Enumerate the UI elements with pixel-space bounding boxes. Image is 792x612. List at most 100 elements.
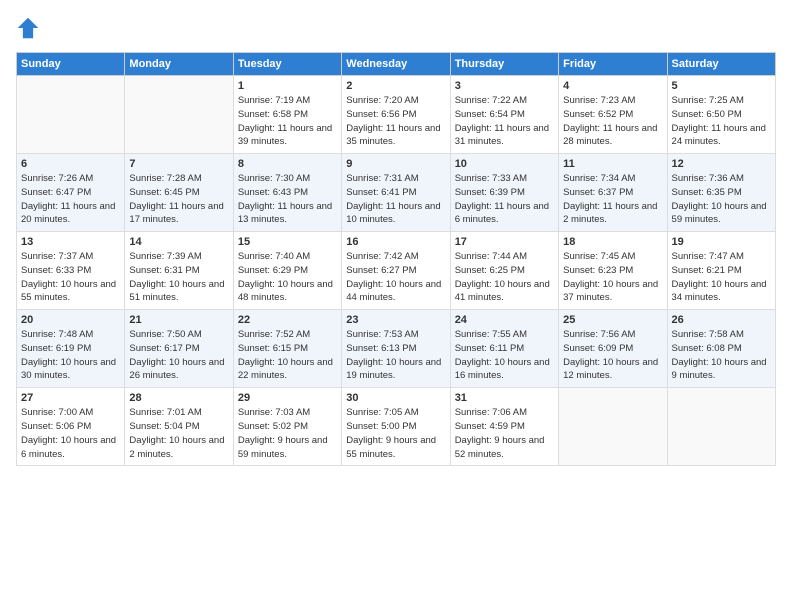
day-info: Sunrise: 7:22 AMSunset: 6:54 PMDaylight:… <box>455 94 554 149</box>
calendar-cell: 5Sunrise: 7:25 AMSunset: 6:50 PMDaylight… <box>667 76 775 154</box>
logo <box>16 16 44 40</box>
day-number: 17 <box>455 236 554 248</box>
day-number: 16 <box>346 236 445 248</box>
day-number: 30 <box>346 392 445 404</box>
day-number: 13 <box>21 236 120 248</box>
calendar-cell: 6Sunrise: 7:26 AMSunset: 6:47 PMDaylight… <box>17 154 125 232</box>
day-info: Sunrise: 7:20 AMSunset: 6:56 PMDaylight:… <box>346 94 445 149</box>
day-info: Sunrise: 7:33 AMSunset: 6:39 PMDaylight:… <box>455 172 554 227</box>
day-number: 24 <box>455 314 554 326</box>
day-info: Sunrise: 7:28 AMSunset: 6:45 PMDaylight:… <box>129 172 228 227</box>
calendar-cell <box>559 388 667 466</box>
calendar-cell: 11 Sunrise: 7:34 AMSunset: 6:37 PMDayligh… <box>559 154 667 232</box>
calendar-week-1: 1 Sunrise: 7:19 AMSunset: 6:58 PMDaylight… <box>17 76 776 154</box>
day-info: Sunrise: 7:05 AMSunset: 5:00 PMDaylight:… <box>346 406 445 461</box>
day-number: 27 <box>21 392 120 404</box>
calendar-cell: 31Sunrise: 7:06 AMSunset: 4:59 PMDayligh… <box>450 388 558 466</box>
calendar-cell: 30 Sunrise: 7:05 AMSunset: 5:00 PMDayligh… <box>342 388 450 466</box>
calendar-cell: 1 Sunrise: 7:19 AMSunset: 6:58 PMDaylight… <box>233 76 341 154</box>
day-number: 8 <box>238 158 337 170</box>
day-number: 2 <box>346 80 445 92</box>
day-info: Sunrise: 7:55 AMSunset: 6:11 PMDaylight:… <box>455 328 554 383</box>
day-number: 3 <box>455 80 554 92</box>
day-info: Sunrise: 7:42 AMSunset: 6:27 PMDaylight:… <box>346 250 445 305</box>
day-number: 19 <box>672 236 771 248</box>
day-info: Sunrise: 7:37 AMSunset: 6:33 PMDaylight:… <box>21 250 120 305</box>
day-number: 7 <box>129 158 228 170</box>
calendar-cell: 18 Sunrise: 7:45 AMSunset: 6:23 PMDayligh… <box>559 232 667 310</box>
calendar-cell: 2 Sunrise: 7:20 AMSunset: 6:56 PMDaylight… <box>342 76 450 154</box>
calendar-cell: 28 Sunrise: 7:01 AMSunset: 5:04 PMDayligh… <box>125 388 233 466</box>
calendar-cell: 4Sunrise: 7:23 AMSunset: 6:52 PMDaylight… <box>559 76 667 154</box>
day-info: Sunrise: 7:48 AMSunset: 6:19 PMDaylight:… <box>21 328 120 383</box>
calendar-cell: 29 Sunrise: 7:03 AMSunset: 5:02 PMDayligh… <box>233 388 341 466</box>
calendar-cell <box>667 388 775 466</box>
calendar-cell: 15 Sunrise: 7:40 AMSunset: 6:29 PMDayligh… <box>233 232 341 310</box>
day-number: 14 <box>129 236 228 248</box>
calendar-cell: 21Sunrise: 7:50 AMSunset: 6:17 PMDayligh… <box>125 310 233 388</box>
day-info: Sunrise: 7:01 AMSunset: 5:04 PMDaylight:… <box>129 406 228 461</box>
day-number: 29 <box>238 392 337 404</box>
day-number: 5 <box>672 80 771 92</box>
day-info: Sunrise: 7:40 AMSunset: 6:29 PMDaylight:… <box>238 250 337 305</box>
calendar-cell: 17 Sunrise: 7:44 AMSunset: 6:25 PMDayligh… <box>450 232 558 310</box>
day-info: Sunrise: 7:39 AMSunset: 6:31 PMDaylight:… <box>129 250 228 305</box>
day-number: 1 <box>238 80 337 92</box>
day-info: Sunrise: 7:50 AMSunset: 6:17 PMDaylight:… <box>129 328 228 383</box>
calendar-week-2: 6Sunrise: 7:26 AMSunset: 6:47 PMDaylight… <box>17 154 776 232</box>
day-number: 15 <box>238 236 337 248</box>
day-number: 23 <box>346 314 445 326</box>
day-number: 9 <box>346 158 445 170</box>
calendar-cell: 14 Sunrise: 7:39 AMSunset: 6:31 PMDayligh… <box>125 232 233 310</box>
weekday-header-row: SundayMondayTuesdayWednesdayThursdayFrid… <box>17 53 776 76</box>
day-number: 12 <box>672 158 771 170</box>
day-info: Sunrise: 7:44 AMSunset: 6:25 PMDaylight:… <box>455 250 554 305</box>
calendar-cell: 20Sunrise: 7:48 AMSunset: 6:19 PMDayligh… <box>17 310 125 388</box>
day-number: 25 <box>563 314 662 326</box>
weekday-header-tuesday: Tuesday <box>233 53 341 76</box>
calendar-cell: 16 Sunrise: 7:42 AMSunset: 6:27 PMDayligh… <box>342 232 450 310</box>
calendar-week-3: 13 Sunrise: 7:37 AMSunset: 6:33 PMDayligh… <box>17 232 776 310</box>
calendar-header: SundayMondayTuesdayWednesdayThursdayFrid… <box>17 53 776 76</box>
day-info: Sunrise: 7:52 AMSunset: 6:15 PMDaylight:… <box>238 328 337 383</box>
day-info: Sunrise: 7:36 AMSunset: 6:35 PMDaylight:… <box>672 172 771 227</box>
calendar-cell <box>125 76 233 154</box>
weekday-header-friday: Friday <box>559 53 667 76</box>
day-number: 10 <box>455 158 554 170</box>
day-number: 11 <box>563 158 662 170</box>
weekday-header-monday: Monday <box>125 53 233 76</box>
day-info: Sunrise: 7:03 AMSunset: 5:02 PMDaylight:… <box>238 406 337 461</box>
calendar-cell: 24 Sunrise: 7:55 AMSunset: 6:11 PMDayligh… <box>450 310 558 388</box>
calendar-cell: 25Sunrise: 7:56 AMSunset: 6:09 PMDayligh… <box>559 310 667 388</box>
calendar-cell: 26 Sunrise: 7:58 AMSunset: 6:08 PMDayligh… <box>667 310 775 388</box>
day-info: Sunrise: 7:58 AMSunset: 6:08 PMDaylight:… <box>672 328 771 383</box>
calendar-cell: 8Sunrise: 7:30 AMSunset: 6:43 PMDaylight… <box>233 154 341 232</box>
weekday-header-thursday: Thursday <box>450 53 558 76</box>
day-info: Sunrise: 7:45 AMSunset: 6:23 PMDaylight:… <box>563 250 662 305</box>
day-info: Sunrise: 7:00 AMSunset: 5:06 PMDaylight:… <box>21 406 120 461</box>
day-info: Sunrise: 7:26 AMSunset: 6:47 PMDaylight:… <box>21 172 120 227</box>
day-info: Sunrise: 7:53 AMSunset: 6:13 PMDaylight:… <box>346 328 445 383</box>
calendar-cell: 19 Sunrise: 7:47 AMSunset: 6:21 PMDayligh… <box>667 232 775 310</box>
day-info: Sunrise: 7:31 AMSunset: 6:41 PMDaylight:… <box>346 172 445 227</box>
calendar-cell: 23 Sunrise: 7:53 AMSunset: 6:13 PMDayligh… <box>342 310 450 388</box>
weekday-header-wednesday: Wednesday <box>342 53 450 76</box>
day-info: Sunrise: 7:19 AMSunset: 6:58 PMDaylight:… <box>238 94 337 149</box>
calendar-table: SundayMondayTuesdayWednesdayThursdayFrid… <box>16 52 776 466</box>
calendar-body: 1 Sunrise: 7:19 AMSunset: 6:58 PMDaylight… <box>17 76 776 466</box>
calendar-week-4: 20Sunrise: 7:48 AMSunset: 6:19 PMDayligh… <box>17 310 776 388</box>
calendar-cell: 13 Sunrise: 7:37 AMSunset: 6:33 PMDayligh… <box>17 232 125 310</box>
day-info: Sunrise: 7:23 AMSunset: 6:52 PMDaylight:… <box>563 94 662 149</box>
calendar-cell: 22Sunrise: 7:52 AMSunset: 6:15 PMDayligh… <box>233 310 341 388</box>
day-number: 28 <box>129 392 228 404</box>
day-number: 18 <box>563 236 662 248</box>
day-info: Sunrise: 7:34 AMSunset: 6:37 PMDaylight:… <box>563 172 662 227</box>
day-number: 26 <box>672 314 771 326</box>
calendar-cell: 9 Sunrise: 7:31 AMSunset: 6:41 PMDaylight… <box>342 154 450 232</box>
calendar-cell: 10 Sunrise: 7:33 AMSunset: 6:39 PMDayligh… <box>450 154 558 232</box>
day-info: Sunrise: 7:47 AMSunset: 6:21 PMDaylight:… <box>672 250 771 305</box>
calendar-cell: 27 Sunrise: 7:00 AMSunset: 5:06 PMDayligh… <box>17 388 125 466</box>
weekday-header-sunday: Sunday <box>17 53 125 76</box>
calendar-cell <box>17 76 125 154</box>
calendar-cell: 3 Sunrise: 7:22 AMSunset: 6:54 PMDaylight… <box>450 76 558 154</box>
